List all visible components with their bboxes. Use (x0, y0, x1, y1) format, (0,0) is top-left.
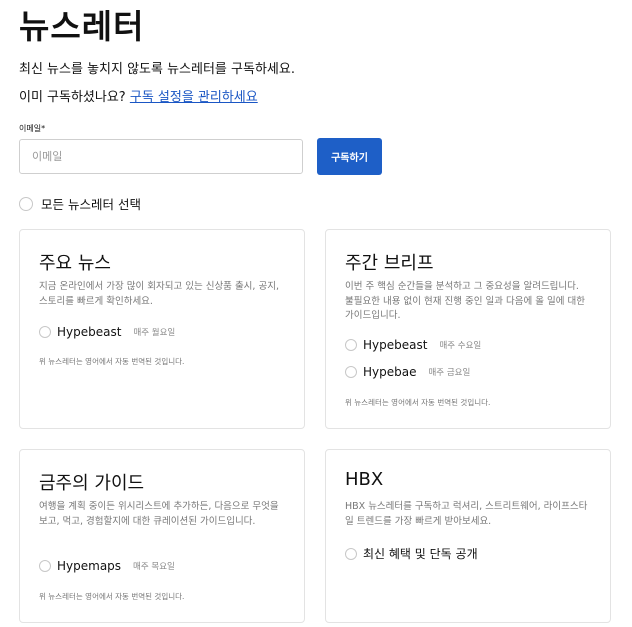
translation-note: 위 뉴스레터는 영어에서 자동 번역된 것입니다. (345, 398, 491, 407)
option-frequency: 매주 금요일 (428, 368, 471, 378)
newsletter-card-weekly-brief: 주간 브리프 이번 주 핵심 순간들을 분석하고 그 중요성을 알려드립니다. … (325, 229, 611, 429)
option-frequency: 매주 수요일 (439, 341, 482, 351)
email-input[interactable] (19, 139, 303, 174)
manage-question: 이미 구독하셨나요? (19, 90, 130, 105)
card-title: 주요 뉴스 (39, 253, 111, 274)
newsletter-option[interactable]: 최신 혜택 및 단독 공개 (345, 545, 478, 562)
newsletter-option[interactable]: Hypebae 매주 금요일 (345, 365, 470, 379)
page-title: 뉴스레터 (19, 7, 145, 46)
option-name: Hypemaps (57, 559, 122, 573)
option-name: Hypebeast (363, 338, 428, 352)
option-radio[interactable] (345, 339, 357, 351)
select-all-option[interactable]: 모든 뉴스레터 선택 (19, 194, 141, 213)
card-description: 지금 온라인에서 가장 많이 회자되고 있는 신상품 출시, 공지, 스토리를 … (39, 281, 279, 307)
newsletter-option[interactable]: Hypemaps 매주 목요일 (39, 559, 175, 573)
manage-subscription-row: 이미 구독하셨나요? 구독 설정을 관리하세요 (19, 86, 258, 105)
card-title: 주간 브리프 (345, 253, 434, 274)
intro-text: 최신 뉴스를 놓치지 않도록 뉴스레터를 구독하세요. (19, 62, 295, 77)
option-name: Hypebeast (57, 325, 122, 339)
card-description: HBX 뉴스레터를 구독하고 럭셔리, 스트리트웨어, 라이프스타일 트렌드를 … (345, 501, 588, 527)
newsletter-card-weekly-guide: 금주의 가이드 여행을 계획 중이든 위시리스트에 추가하든, 다음으로 무엇을… (19, 449, 305, 623)
manage-subscription-link[interactable]: 구독 설정을 관리하세요 (130, 90, 258, 105)
newsletter-option[interactable]: Hypebeast 매주 월요일 (39, 325, 175, 339)
newsletter-option[interactable]: Hypebeast 매주 수요일 (345, 338, 481, 352)
select-all-radio[interactable] (19, 196, 33, 211)
translation-note: 위 뉴스레터는 영어에서 자동 번역된 것입니다. (39, 592, 185, 601)
newsletter-card-hbx: HBX HBX 뉴스레터를 구독하고 럭셔리, 스트리트웨어, 라이프스타일 트… (325, 449, 611, 623)
subscribe-button[interactable]: 구독하기 (317, 138, 382, 175)
card-title: 금주의 가이드 (39, 473, 145, 494)
translation-note: 위 뉴스레터는 영어에서 자동 번역된 것입니다. (39, 357, 185, 366)
option-frequency: 매주 월요일 (133, 328, 176, 338)
option-name: 최신 혜택 및 단독 공개 (363, 547, 478, 561)
option-radio[interactable] (39, 326, 51, 338)
card-description: 이번 주 핵심 순간들을 분석하고 그 중요성을 알려드립니다. 불필요한 내용… (345, 281, 585, 321)
newsletter-card-top-news: 주요 뉴스 지금 온라인에서 가장 많이 회자되고 있는 신상품 출시, 공지,… (19, 229, 305, 429)
card-title: HBX (345, 469, 384, 490)
select-all-label: 모든 뉴스레터 선택 (41, 197, 141, 212)
option-radio[interactable] (39, 560, 51, 572)
option-radio[interactable] (345, 547, 357, 560)
card-description: 여행을 계획 중이든 위시리스트에 추가하든, 다음으로 무엇을 보고, 먹고,… (39, 501, 279, 527)
option-radio[interactable] (345, 366, 357, 378)
email-label: 이메일* (19, 124, 46, 133)
option-frequency: 매주 목요일 (133, 562, 175, 572)
option-name: Hypebae (363, 365, 417, 379)
